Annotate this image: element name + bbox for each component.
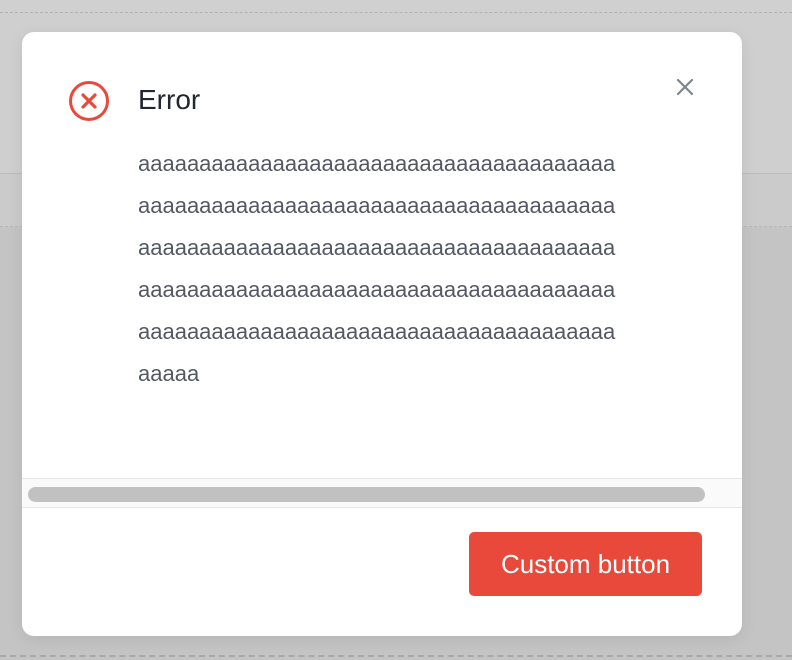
scrollbar-thumb[interactable] xyxy=(28,487,705,502)
custom-button[interactable]: Custom button xyxy=(469,532,702,596)
background-header xyxy=(0,0,792,13)
horizontal-scrollbar[interactable] xyxy=(22,478,742,508)
error-circle-x-icon xyxy=(69,81,109,121)
dialog-body: Error aaaaaaaaaaaaaaaaaaaaaaaaaaaaaaaaaa… xyxy=(22,32,742,472)
dialog-title: Error xyxy=(138,84,201,115)
dialog-message: aaaaaaaaaaaaaaaaaaaaaaaaaaaaaaaaaaaaaaaa… xyxy=(138,151,616,386)
close-icon[interactable] xyxy=(670,72,700,102)
error-dialog: Error aaaaaaaaaaaaaaaaaaaaaaaaaaaaaaaaaa… xyxy=(22,32,742,636)
